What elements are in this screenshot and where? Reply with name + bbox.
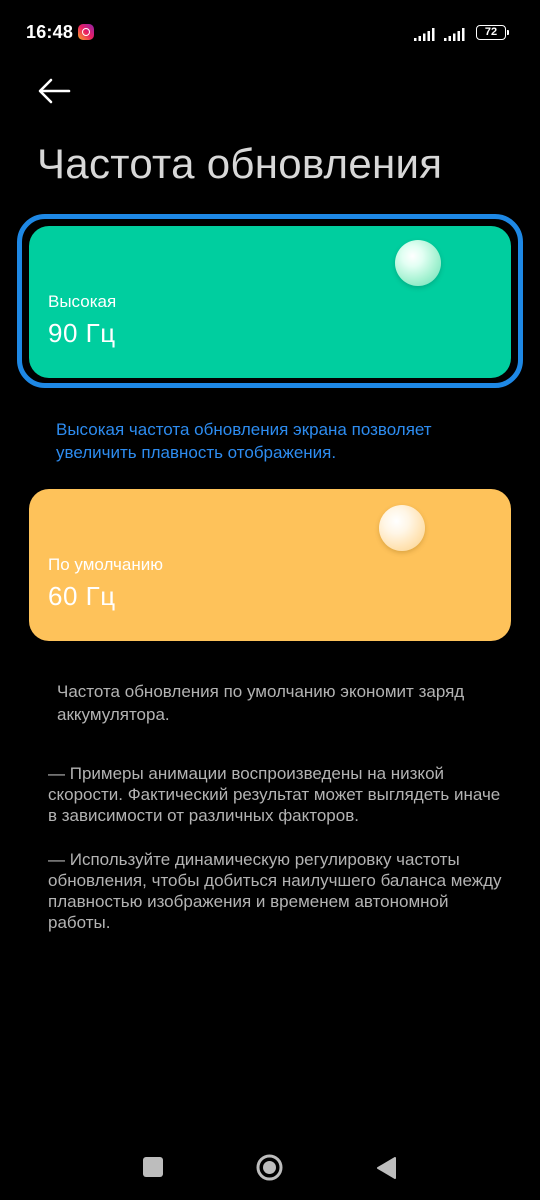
nav-back-button[interactable] <box>375 1156 397 1180</box>
animation-ball-icon <box>395 240 441 286</box>
signal-strength-icon-1 <box>414 28 435 41</box>
refresh-option-default[interactable]: По умолчанию 60 Гц <box>29 489 511 641</box>
dynamic-refresh-note: — Используйте динамическую регулировку ч… <box>48 850 502 932</box>
home-button[interactable] <box>256 1154 283 1181</box>
battery-icon: 72 <box>476 25 509 40</box>
back-button[interactable] <box>34 72 74 110</box>
refresh-option-high[interactable]: Высокая 90 Гц <box>29 226 511 378</box>
animation-note: — Примеры анимации воспроизведены на низ… <box>48 764 501 825</box>
status-bar: 16:48 72 <box>0 0 540 64</box>
option-value-high: 90 Гц <box>48 318 116 348</box>
recents-button[interactable] <box>143 1157 163 1177</box>
page-title: Частота обновления <box>37 140 443 187</box>
description-default: Частота обновления по умолчанию экономит… <box>57 682 465 724</box>
circle-home-icon <box>256 1154 283 1181</box>
option-label-high: Высокая <box>48 292 117 311</box>
arrow-left-icon <box>38 78 71 104</box>
signal-strength-icon-2 <box>444 28 465 41</box>
instagram-icon <box>78 24 94 40</box>
description-high: Высокая частота обновления экрана позвол… <box>56 420 432 462</box>
animation-ball-icon <box>379 505 425 551</box>
option-label-default: По умолчанию <box>48 555 163 574</box>
option-value-default: 60 Гц <box>48 581 116 611</box>
status-time: 16:48 <box>26 22 74 42</box>
triangle-back-icon <box>377 1157 396 1179</box>
